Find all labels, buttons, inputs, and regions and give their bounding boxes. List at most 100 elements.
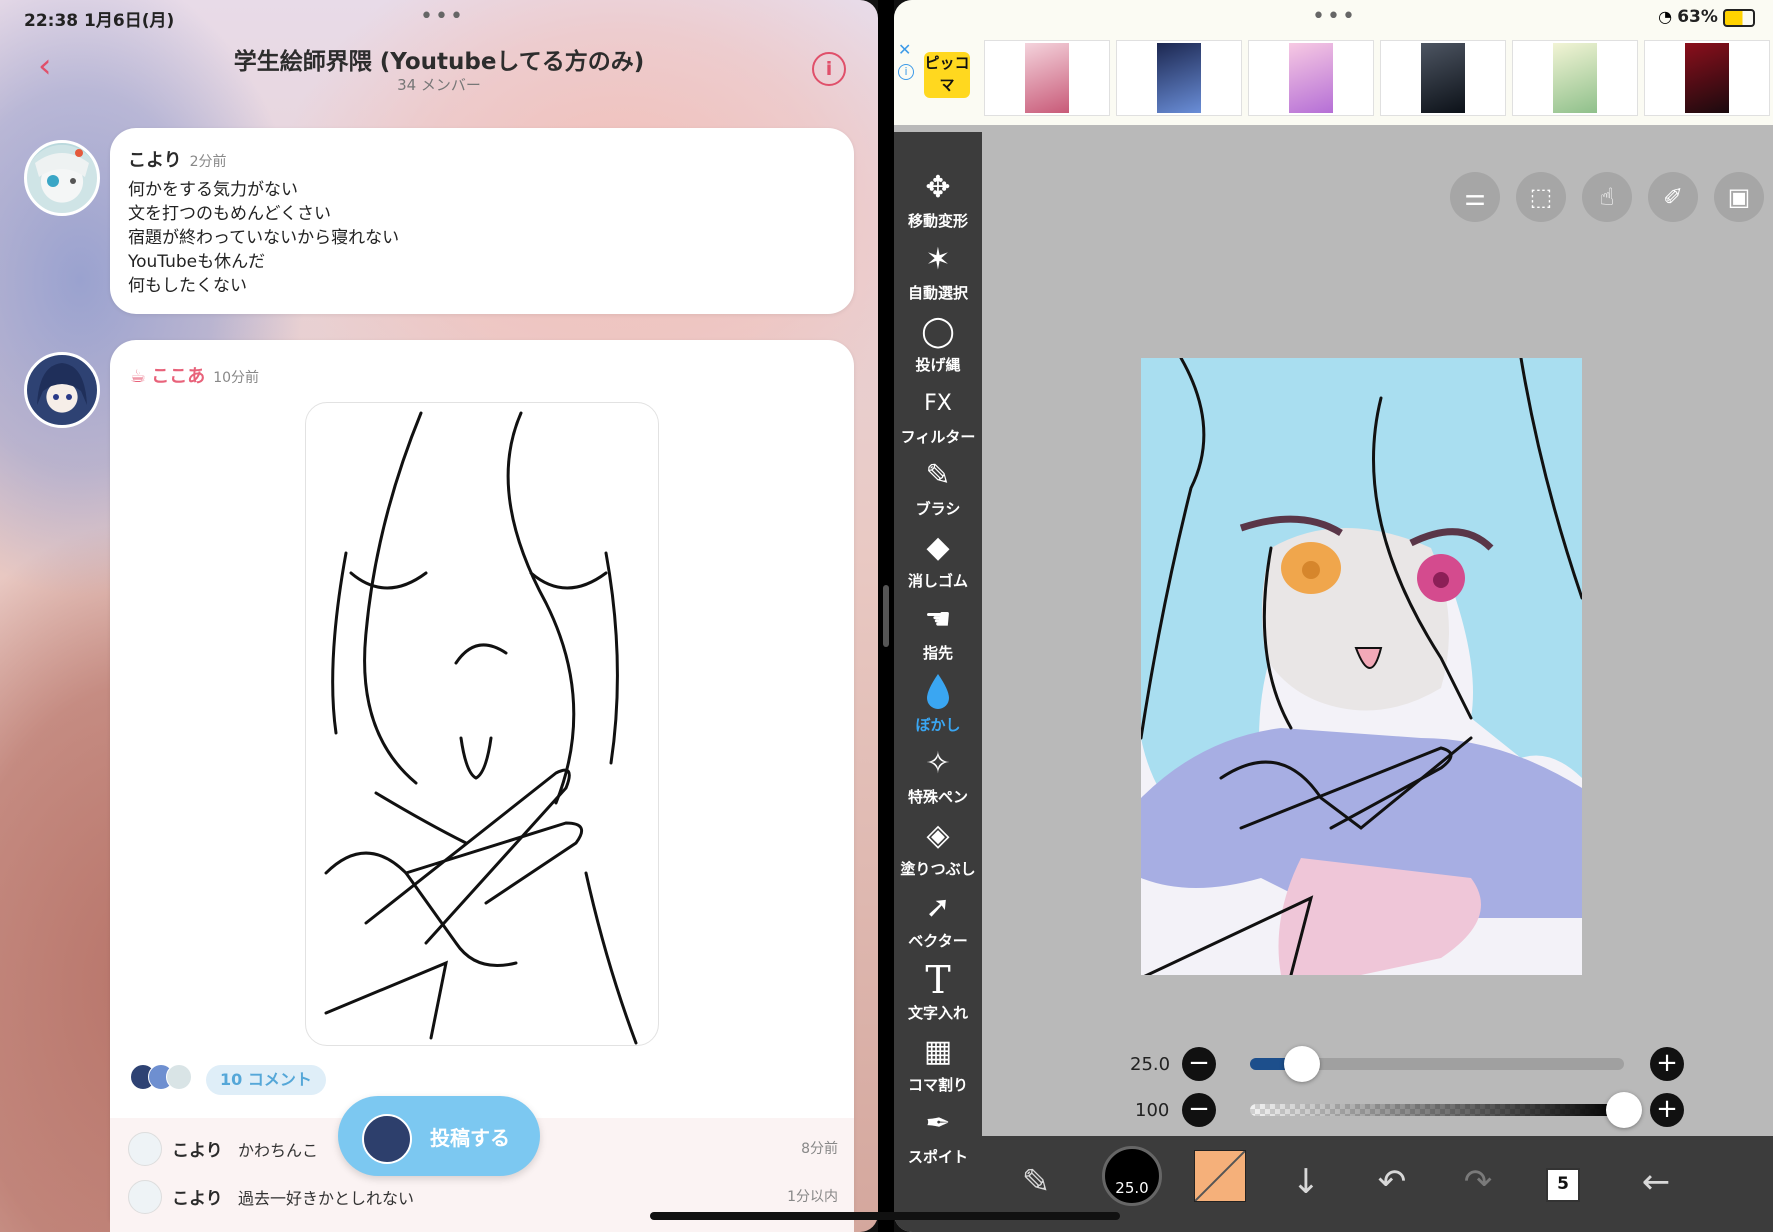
- message-author[interactable]: こより: [128, 150, 182, 171]
- special-pen-icon: ✧: [925, 746, 951, 781]
- undo-icon[interactable]: ↶: [1364, 1154, 1420, 1210]
- tool-label: フィルター: [900, 428, 976, 446]
- tool-palette: ✥ 移動変形 ✶ 自動選択 ◯ 投げ縄 FX フィルター ✎ ブラシ ◆ 消しゴム ☚ 指先 …: [894, 132, 982, 1232]
- posted-image-lineart[interactable]: [305, 402, 659, 1046]
- message-line: YouTubeも休んだ: [128, 252, 266, 272]
- brush-size-preview[interactable]: 25.0: [1102, 1146, 1162, 1206]
- lineart-drawing: [324, 411, 638, 1045]
- tool-label: 投げ縄: [915, 356, 961, 374]
- multitask-dots[interactable]: •••: [420, 4, 465, 29]
- selection-rect-icon[interactable]: ⬚: [1516, 172, 1566, 222]
- ad-manga-cover[interactable]: [1380, 40, 1506, 116]
- message-text: 何かをする気力がない 文を打つのもめんどくさい 宿題が終わっていないから寝れない…: [128, 178, 399, 298]
- tool-eraser[interactable]: ◆ 消しゴム: [894, 528, 982, 591]
- message-line: 文を打つのもめんどくさい: [128, 204, 331, 224]
- tool-label: スポイト: [907, 1148, 968, 1166]
- redo-icon[interactable]: ↷: [1450, 1154, 1506, 1210]
- tool-special-pen[interactable]: ✧ 特殊ペン: [894, 744, 982, 807]
- current-color-swatch[interactable]: [1194, 1150, 1246, 1202]
- tool-move-transform[interactable]: ✥ 移動変形: [894, 168, 982, 231]
- download-arrow-icon[interactable]: ↓: [1278, 1154, 1334, 1210]
- mini-avatar: [166, 1064, 192, 1090]
- tool-lasso[interactable]: ◯ 投げ縄: [894, 312, 982, 375]
- tool-filter[interactable]: FX フィルター: [894, 384, 982, 447]
- message-line: 宿題が終わっていないから寝れない: [128, 228, 400, 248]
- ad-manga-cover[interactable]: [1644, 40, 1770, 116]
- status-time-date: 22:38 1月6日(月): [24, 11, 175, 31]
- layers-icon[interactable]: 5: [1536, 1154, 1592, 1210]
- back-arrow-icon[interactable]: ←: [1628, 1154, 1684, 1210]
- image-material-icon[interactable]: ▣: [1714, 172, 1764, 222]
- message-line: 何かをする気力がない: [128, 180, 298, 200]
- split-handle[interactable]: [883, 585, 889, 647]
- ad-logo[interactable]: ピッコマ: [924, 52, 970, 98]
- avatar-koyori[interactable]: [24, 140, 100, 216]
- info-icon[interactable]: i: [812, 52, 846, 86]
- tool-brush[interactable]: ✎ ブラシ: [894, 456, 982, 519]
- message-author[interactable]: ここあ: [151, 366, 205, 387]
- tool-label: 指先: [922, 644, 953, 662]
- tool-label: 文字入れ: [907, 1004, 968, 1022]
- color-swatch-slash: [1194, 1150, 1246, 1202]
- member-count[interactable]: 34 メンバー: [0, 74, 878, 95]
- home-indicator[interactable]: [650, 1212, 1120, 1220]
- ruler-icon[interactable]: ✐: [1648, 172, 1698, 222]
- split-view-divider[interactable]: [878, 0, 894, 1232]
- multitask-dots[interactable]: •••: [1312, 4, 1357, 29]
- reply-text: 過去一好きかとしれない: [238, 1189, 415, 1208]
- move-icon: ✥: [925, 170, 951, 205]
- message-time: 10分前: [213, 370, 260, 386]
- ad-info-icon[interactable]: i: [898, 64, 914, 80]
- ad-manga-cover[interactable]: [1512, 40, 1638, 116]
- avatar-koyori-face-icon: [35, 149, 89, 187]
- message-bubble-1[interactable]: こより 2分前 何かをする気力がない 文を打つのもめんどくさい 宿題が終わっていな…: [110, 128, 854, 314]
- tool-text[interactable]: T 文字入れ: [894, 960, 982, 1023]
- tool-label: 塗りつぶし: [900, 860, 976, 878]
- brush-size-knob[interactable]: [1284, 1046, 1321, 1082]
- comment-count-badge[interactable]: 10 コメント: [206, 1065, 326, 1095]
- tool-auto-select[interactable]: ✶ 自動選択: [894, 240, 982, 303]
- commenter-avatars: [130, 1062, 194, 1090]
- brush-eraser-swap-icon[interactable]: ✎: [1008, 1154, 1064, 1210]
- status-icons: ◔ 63%: [1658, 7, 1755, 27]
- hand-pan-icon[interactable]: ☝: [1582, 172, 1632, 222]
- ad-close-icon[interactable]: ✕: [898, 40, 911, 59]
- brush-size-preview-value: 25.0: [1115, 1179, 1149, 1197]
- avatar-kokoa[interactable]: [24, 352, 100, 428]
- tool-fill[interactable]: ◈ 塗りつぶし: [894, 816, 982, 879]
- reply-text: かわちんこ: [238, 1141, 319, 1160]
- message-time: 2分前: [189, 154, 227, 170]
- reply-row[interactable]: こより 過去一好きかとしれない 1分以内: [128, 1176, 838, 1216]
- ad-manga-cover[interactable]: [1248, 40, 1374, 116]
- reply-author: こより: [172, 1141, 223, 1161]
- blur-drop-icon: [894, 672, 982, 712]
- tool-label: ベクター: [908, 932, 968, 950]
- tool-vector[interactable]: ➚ ベクター: [894, 888, 982, 951]
- brush-size-plus-icon[interactable]: +: [1650, 1047, 1684, 1081]
- toggle-settings-icon[interactable]: ⚌: [1450, 172, 1500, 222]
- tool-blur[interactable]: ぼかし: [894, 672, 982, 735]
- tool-finger[interactable]: ☚ 指先: [894, 600, 982, 663]
- artwork-colored: [1141, 358, 1582, 975]
- brush-size-minus-icon[interactable]: −: [1182, 1047, 1216, 1081]
- drawing-canvas[interactable]: [1141, 358, 1582, 975]
- opacity-plus-icon[interactable]: +: [1650, 1093, 1684, 1127]
- filter-fx-icon: FX: [924, 391, 952, 416]
- ad-manga-cover[interactable]: [1116, 40, 1242, 116]
- opacity-value: 100: [1135, 1100, 1170, 1121]
- tool-eyedropper[interactable]: ✒ スポイト: [894, 1104, 982, 1167]
- tool-frame-divider[interactable]: ▦ コマ割り: [894, 1032, 982, 1095]
- battery-icon: [1723, 8, 1755, 27]
- tool-label: ブラシ: [915, 500, 961, 518]
- opacity-slider[interactable]: [1250, 1104, 1624, 1116]
- tool-label: 移動変形: [907, 212, 968, 230]
- brush-icon: ✎: [925, 458, 951, 493]
- opacity-minus-icon[interactable]: −: [1182, 1093, 1216, 1127]
- post-button[interactable]: 投稿する: [338, 1096, 540, 1176]
- ad-banner[interactable]: ✕ i ピッコマ: [894, 30, 1773, 125]
- tool-label: 自動選択: [907, 284, 968, 302]
- opacity-knob[interactable]: [1606, 1092, 1642, 1128]
- layer-count: 5: [1546, 1168, 1580, 1202]
- ad-manga-cover[interactable]: [984, 40, 1110, 116]
- reply-author: こより: [172, 1189, 223, 1209]
